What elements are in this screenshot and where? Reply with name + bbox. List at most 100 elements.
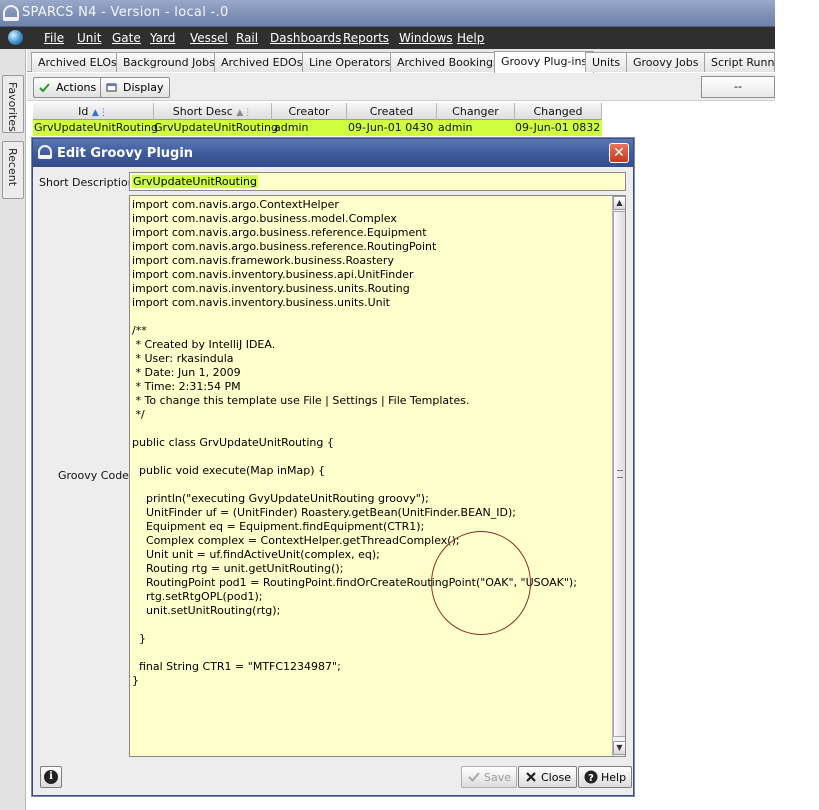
column-header-id[interactable]: Id ▲⋮: [33, 103, 154, 120]
tab-line-operators[interactable]: Line Operators: [302, 52, 398, 72]
menu-gate[interactable]: Gate: [112, 31, 141, 45]
app-logo-icon: [3, 5, 19, 21]
scroll-thumb[interactable]: [613, 211, 625, 737]
help-icon: ?: [584, 770, 598, 784]
code-line: public void execute(Map inMap) {: [132, 464, 326, 477]
column-header-created[interactable]: Created: [347, 103, 437, 120]
code-line: Equipment eq = Equipment.findEquipment(C…: [132, 520, 425, 533]
tab-strip: Archived ELOs Background Jobs Archived E…: [27, 49, 775, 73]
tab-background-jobs[interactable]: Background Jobs: [116, 52, 222, 72]
code-scrollbar[interactable]: ▲ ▼: [612, 196, 625, 756]
svg-text:?: ?: [588, 773, 594, 784]
menu-dashboards[interactable]: Dashboards: [270, 31, 341, 45]
globe-icon[interactable]: [8, 30, 23, 45]
dock-tab-favorites[interactable]: Favorites: [2, 75, 24, 133]
cell-changed: 09-Jun-01 0832: [515, 121, 601, 134]
menu-reports[interactable]: Reports: [343, 31, 389, 45]
scroll-up-icon[interactable]: ▲: [613, 196, 625, 210]
dialog-title: Edit Groovy Plugin: [57, 146, 194, 161]
window-title-bar: SPARCS N4 - Version - local -.0: [0, 0, 775, 27]
save-button[interactable]: Save: [461, 766, 518, 788]
menu-vessel[interactable]: Vessel: [190, 31, 228, 45]
dock-tab-recent[interactable]: Recent: [2, 141, 24, 199]
actions-button[interactable]: Actions: [33, 77, 103, 98]
cell-creator: admin: [274, 121, 309, 134]
tab-archived-bookings[interactable]: Archived Bookings: [390, 52, 506, 72]
check-icon: [468, 772, 480, 782]
code-line: }: [132, 674, 139, 687]
scroll-grip-icon: [617, 470, 623, 478]
column-header-changed[interactable]: Changed: [515, 103, 602, 120]
code-line: }: [132, 632, 146, 645]
tab-groovy-jobs[interactable]: Groovy Jobs: [626, 52, 706, 72]
code-line: import com.navis.inventory.business.unit…: [132, 296, 390, 309]
code-lines: import com.navis.argo.ContextHelper impor…: [132, 198, 610, 688]
column-header-short-desc[interactable]: Short Desc ▲⋮: [154, 103, 272, 120]
code-line: RoutingPoint pod1 = RoutingPoint.findOrC…: [132, 576, 577, 589]
menu-bar: File Unit Gate Yard Vessel Rail Dashboar…: [0, 27, 775, 49]
info-button[interactable]: i: [40, 766, 62, 788]
cell-changer: admin: [438, 121, 473, 134]
code-line: */: [132, 408, 145, 421]
code-line: * Date: Jun 1, 2009: [132, 366, 241, 379]
code-line: * Time: 2:31:54 PM: [132, 380, 241, 393]
column-header-changer[interactable]: Changer: [437, 103, 515, 120]
code-line: import com.navis.inventory.business.api.…: [132, 268, 414, 281]
column-header-creator[interactable]: Creator: [272, 103, 347, 120]
sort-icon: ▲⋮: [236, 108, 253, 118]
short-description-label: Short Description:: [39, 176, 139, 189]
tab-units[interactable]: Units: [585, 52, 628, 72]
menu-windows[interactable]: Windows: [399, 31, 453, 45]
code-line: Complex complex = ContextHelper.getThrea…: [132, 534, 460, 547]
short-description-input[interactable]: GrvUpdateUnitRouting: [129, 172, 626, 191]
sort-ascending-icon: ▲⋮: [91, 108, 108, 118]
groovy-code-editor[interactable]: import com.navis.argo.ContextHelper impor…: [129, 195, 626, 757]
annotation-circle: [431, 531, 531, 635]
menu-yard[interactable]: Yard: [150, 31, 175, 45]
code-line: /**: [132, 324, 147, 337]
code-line: import com.navis.argo.business.reference…: [132, 240, 437, 253]
dialog-title-bar: Edit Groovy Plugin ✕: [33, 139, 633, 167]
dialog-close-icon[interactable]: ✕: [609, 143, 629, 163]
table-row[interactable]: GrvUpdateUnitRouting GrvUpdateUnitRoutin…: [33, 120, 602, 136]
window-title: SPARCS N4 - Version - local -.0: [22, 5, 229, 20]
groovy-code-label: Groovy Code:: [58, 469, 133, 482]
table-header: Id ▲⋮ Short Desc ▲⋮ Creator Created Chan…: [33, 103, 602, 120]
code-line: import com.navis.argo.business.reference…: [132, 226, 427, 239]
toolbar-dropdown[interactable]: --: [701, 76, 775, 98]
cell-id: GrvUpdateUnitRouting: [34, 121, 158, 134]
left-dock: Favorites Recent: [0, 49, 26, 810]
menu-file[interactable]: File: [44, 31, 64, 45]
code-line: unit.setUnitRouting(rtg);: [132, 604, 281, 617]
code-line: rtg.setRtgOPL(pod1);: [132, 590, 263, 603]
scroll-down-icon[interactable]: ▼: [613, 741, 625, 755]
info-icon: i: [44, 770, 58, 784]
menu-rail[interactable]: Rail: [236, 31, 258, 45]
code-line: final String CTR1 = "MTFC1234987";: [132, 660, 341, 673]
display-button[interactable]: Display: [100, 77, 170, 98]
code-line: * User: rkasindula: [132, 352, 234, 365]
menu-help[interactable]: Help: [457, 31, 484, 45]
close-button[interactable]: Close: [518, 766, 577, 788]
code-line: import com.navis.argo.ContextHelper: [132, 198, 339, 211]
menu-unit[interactable]: Unit: [77, 31, 101, 45]
code-line: import com.navis.inventory.business.unit…: [132, 282, 410, 295]
toolbar: Actions Display --: [27, 73, 775, 101]
code-line: UnitFinder uf = (UnitFinder) Roastery.ge…: [132, 506, 516, 519]
tab-groovy-plug-ins[interactable]: Groovy Plug-ins: [494, 51, 595, 73]
tab-archived-edos[interactable]: Archived EDOs: [214, 52, 310, 72]
cell-created: 09-Jun-01 0430: [348, 121, 434, 134]
code-line: println("executing GvyUpdateUnitRouting …: [132, 492, 429, 505]
tab-script-runner[interactable]: Script Runner: [704, 52, 775, 72]
code-line: import com.navis.argo.business.model.Com…: [132, 212, 397, 225]
edit-groovy-plugin-dialog: Edit Groovy Plugin ✕ Short Description: …: [32, 138, 634, 796]
tab-archived-elos[interactable]: Archived ELOs: [31, 52, 124, 72]
help-button[interactable]: ? Help: [578, 766, 633, 788]
check-icon: [39, 83, 50, 93]
